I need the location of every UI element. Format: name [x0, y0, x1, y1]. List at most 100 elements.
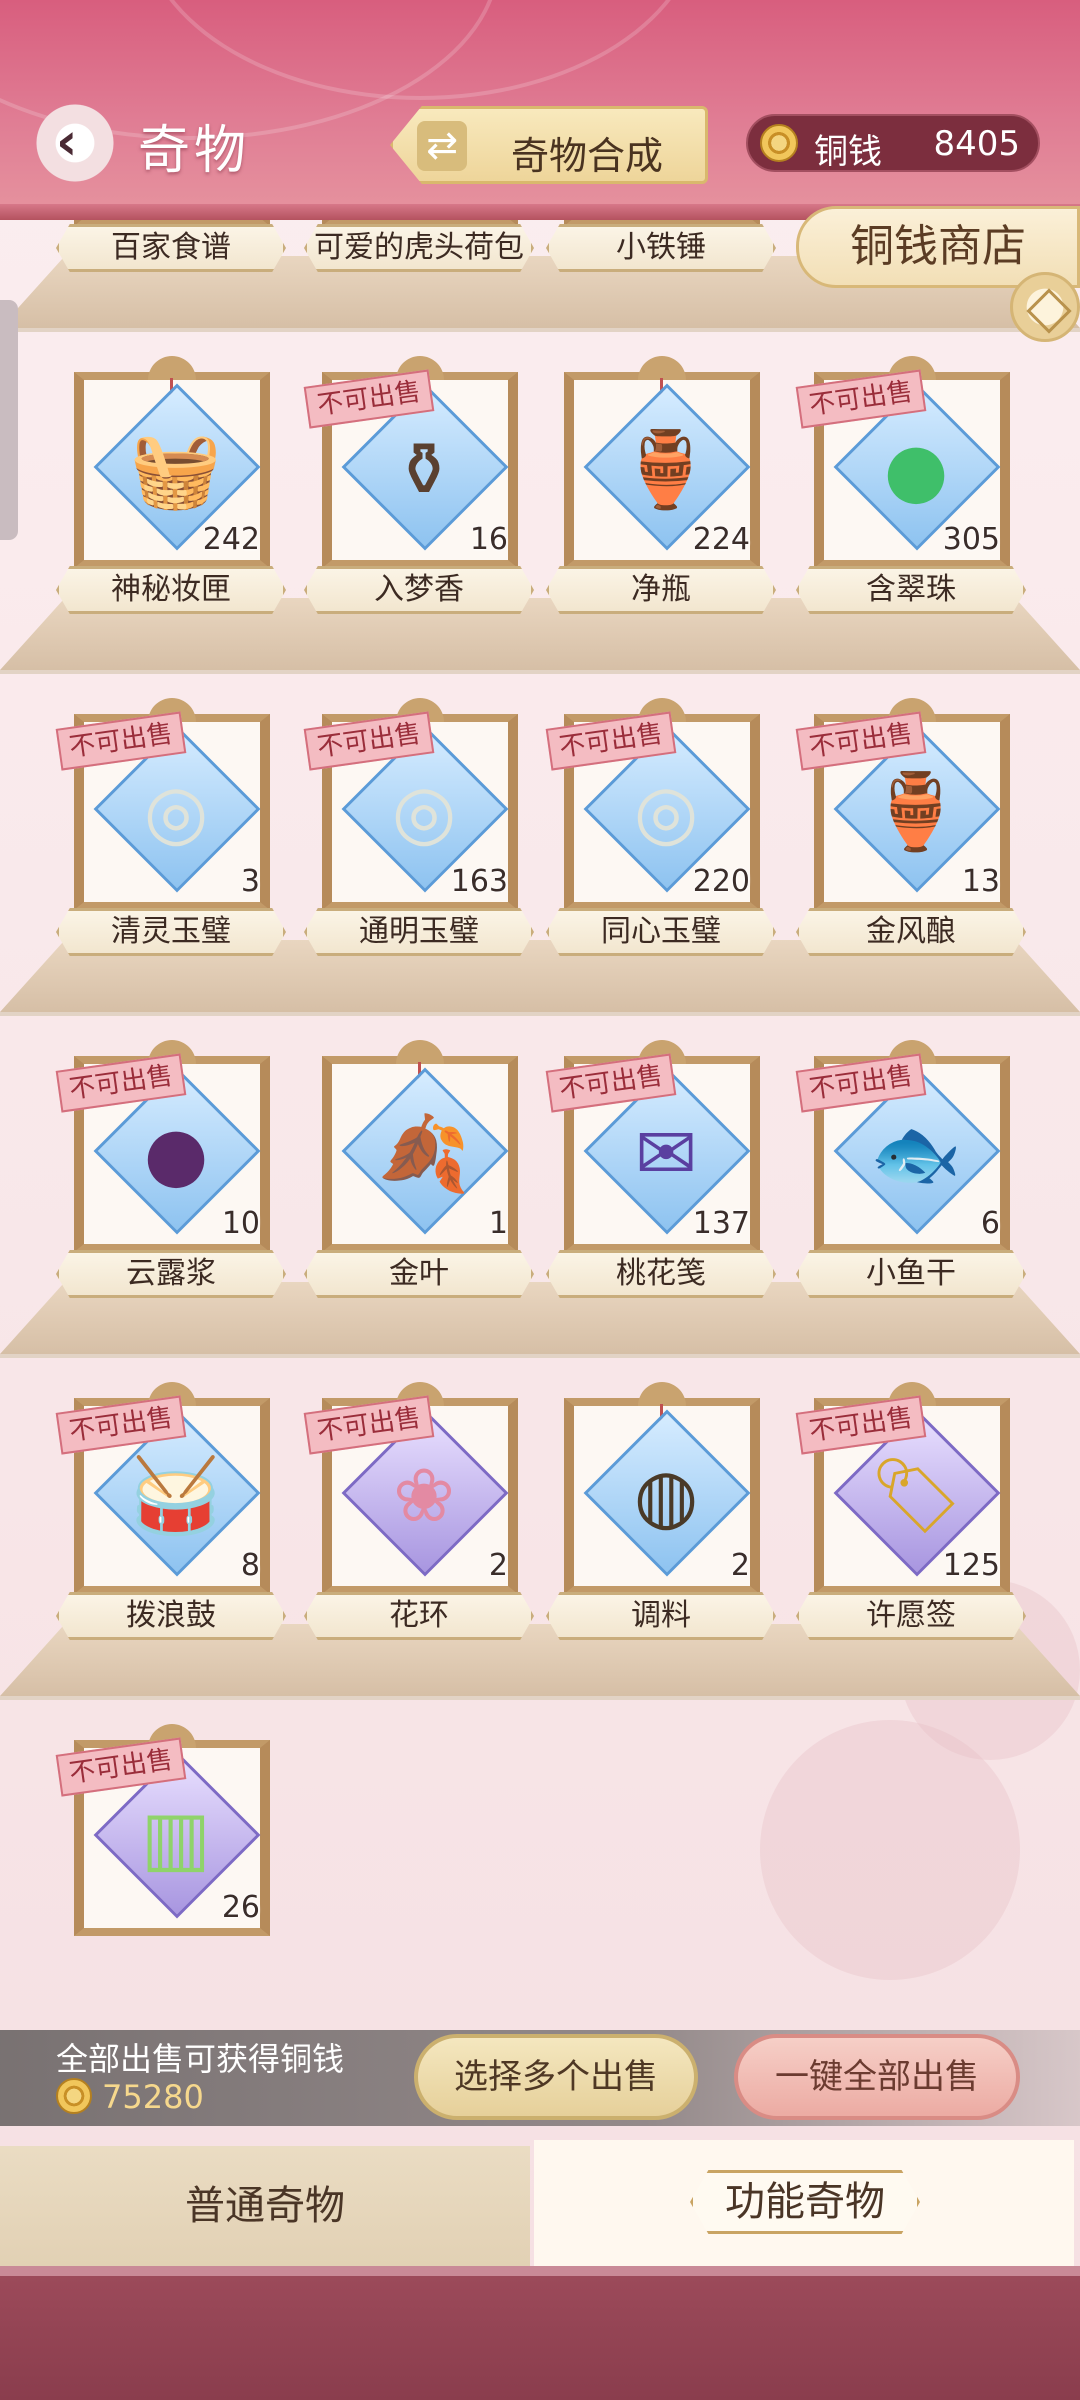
tab-normal-items[interactable]: 普通奇物 — [0, 2146, 530, 2266]
item-count: 3 — [240, 864, 260, 899]
item-slot[interactable]: ✉ 137 不可出售 桃花笺 — [545, 1036, 776, 1316]
item-name: 小鱼干 — [796, 1250, 1026, 1298]
coin-balance: 铜钱 8405 — [746, 114, 1040, 172]
category-tabs: 普通奇物 功能奇物 — [0, 2140, 1080, 2266]
item-slot[interactable]: 🏷 125 不可出售 许愿签 — [795, 1378, 1026, 1658]
item-name: 通明玉璧 — [304, 908, 534, 956]
item-count: 163 — [450, 864, 508, 899]
item-slot[interactable]: ◎ 3 不可出售 清灵玉璧 — [55, 694, 286, 974]
item-slot[interactable]: 🥁 8 不可出售 拨浪鼓 — [55, 1378, 286, 1658]
copper-coin-icon — [56, 2078, 92, 2114]
frame-crest — [148, 356, 196, 380]
letter-icon: ✉ — [634, 1111, 697, 1197]
item-slot[interactable]: ◎ 163 不可出售 通明玉璧 — [303, 694, 534, 974]
shop-emblem-icon[interactable] — [1010, 272, 1080, 342]
frame-crest — [396, 1040, 444, 1064]
item-name: 拨浪鼓 — [56, 1592, 286, 1640]
shelf-divider — [0, 1696, 1080, 1700]
shelf-divider — [0, 328, 1080, 332]
item-count: 224 — [692, 522, 750, 557]
item-slot[interactable]: ❀ 2 不可出售 花环 — [303, 1378, 534, 1658]
item-name: 金叶 — [304, 1250, 534, 1298]
item-slot[interactable]: 🏺 224 净瓶 — [546, 352, 776, 632]
item-name: 可爱的虎头荷包 — [304, 224, 534, 272]
screen-icon: ▥ — [141, 1795, 211, 1881]
item-count: 26 — [221, 1890, 260, 1925]
item-count: 6 — [980, 1206, 1000, 1241]
select-multiple-sell-button[interactable]: 选择多个出售 — [414, 2034, 698, 2120]
item-name: 神秘妆匣 — [56, 566, 286, 614]
vase-icon: 🏺 — [619, 427, 713, 513]
item-slot[interactable]: 🧺 242 神秘妆匣 — [56, 352, 286, 632]
jade-disc-icon: ◎ — [633, 769, 699, 855]
item-name: 清灵玉璧 — [56, 908, 286, 956]
item-count: 2 — [730, 1548, 750, 1583]
tab-functional-items[interactable]: 功能奇物 — [534, 2140, 1074, 2266]
dish-icon: ◍ — [633, 1453, 699, 1539]
item-slot[interactable]: 🐟 6 不可出售 小鱼干 — [795, 1036, 1026, 1316]
coin-name: 铜钱 — [814, 132, 882, 172]
sell-all-button[interactable]: 一键全部出售 — [734, 2034, 1020, 2120]
item-count: 13 — [961, 864, 1000, 899]
footer-bar — [0, 2266, 1080, 2400]
item-count: 137 — [692, 1206, 750, 1241]
frame-crest — [638, 1382, 686, 1406]
frame-crest — [638, 356, 686, 380]
gourd-icon: ● — [143, 1111, 209, 1197]
item-name: 同心玉璧 — [546, 908, 776, 956]
item-slot[interactable]: ● 10 不可出售 云露浆 — [55, 1036, 286, 1316]
item-name: 含翠珠 — [796, 566, 1026, 614]
item-count: 16 — [469, 522, 508, 557]
item-slot[interactable]: 246百家食谱 — [56, 220, 286, 290]
item-count: 2 — [488, 1548, 508, 1583]
item-count: 242 — [202, 522, 260, 557]
item-name: 百家食谱 — [56, 224, 286, 272]
box-icon: 🧺 — [129, 427, 223, 513]
sell-all-hint: 全部出售可获得铜钱 — [56, 2040, 345, 2078]
item-grid[interactable]: 246百家食谱15可爱的虎头荷包2小铁锤1心花🧺242神秘妆匣⚱16不可出售入梦… — [0, 220, 1080, 2030]
item-name: 桃花笺 — [546, 1250, 776, 1298]
item-name: 金风酿 — [796, 908, 1026, 956]
item-count: 10 — [221, 1206, 260, 1241]
jade-pearl-icon: ● — [883, 427, 949, 513]
wish-tag-icon: 🏷 — [869, 1453, 963, 1539]
side-drawer-handle[interactable] — [0, 300, 18, 540]
item-slot[interactable]: ▥ 26 不可出售 — [55, 1720, 286, 2000]
item-name: 云露浆 — [56, 1250, 286, 1298]
jade-disc-icon: ◎ — [143, 769, 209, 855]
fish-icon: 🐟 — [869, 1111, 963, 1197]
item-count: 1 — [488, 1206, 508, 1241]
item-slot[interactable]: ⚱ 16 不可出售 入梦香 — [303, 352, 534, 632]
censer-icon: ⚱ — [392, 427, 455, 513]
shelf-divider — [0, 1354, 1080, 1358]
sell-bar: 全部出售可获得铜钱 75280 选择多个出售 一键全部出售 — [0, 2030, 1080, 2126]
shelf-divider — [0, 1012, 1080, 1016]
item-slot[interactable]: 🏺 13 不可出售 金风酿 — [795, 694, 1026, 974]
item-count: 125 — [942, 1548, 1000, 1583]
item-slot[interactable]: ● 305 不可出售 含翠珠 — [795, 352, 1026, 632]
sell-all-amount: 75280 — [102, 2078, 204, 2116]
ginkgo-leaf-icon: 🍂 — [377, 1111, 471, 1197]
chevron-left-icon: ‹ — [56, 112, 78, 172]
coin-amount: 8405 — [933, 124, 1020, 164]
item-name: 净瓶 — [546, 566, 776, 614]
item-name: 小铁锤 — [546, 224, 776, 272]
item-slot[interactable]: 15可爱的虎头荷包 — [304, 220, 534, 290]
item-name: 许愿签 — [796, 1592, 1026, 1640]
jade-disc-icon: ◎ — [391, 769, 457, 855]
wreath-icon: ❀ — [392, 1453, 455, 1539]
swap-arrows-icon: ⇄ — [417, 121, 467, 171]
back-button[interactable]: ‹ — [30, 98, 120, 188]
item-slot[interactable]: ◍ 2 调料 — [546, 1378, 776, 1658]
item-slot[interactable]: 2小铁锤 — [546, 220, 776, 290]
copper-coin-icon — [760, 124, 798, 162]
item-slot[interactable]: 🍂 1 金叶 — [304, 1036, 534, 1316]
item-slot[interactable]: ◎ 220 不可出售 同心玉璧 — [545, 694, 776, 974]
item-name: 调料 — [546, 1592, 776, 1640]
synthesis-button[interactable]: ⇄ 奇物合成 — [390, 106, 708, 184]
synthesis-label: 奇物合成 — [511, 134, 664, 178]
wine-ewer-icon: 🏺 — [869, 769, 963, 855]
page-title: 奇物 — [138, 121, 251, 181]
item-name: 花环 — [304, 1592, 534, 1640]
shelf-divider — [0, 670, 1080, 674]
